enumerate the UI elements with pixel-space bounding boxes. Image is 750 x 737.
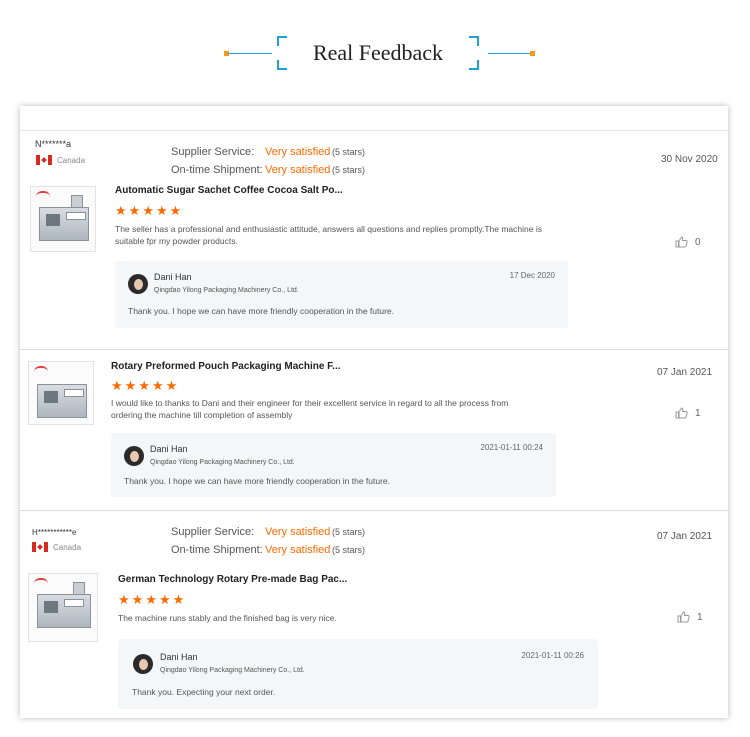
review-date: 07 Jan 2021	[657, 531, 713, 542]
review-comment: I would like to thanks to Dani and their…	[111, 398, 509, 420]
card-top-bar	[20, 106, 728, 131]
like-button[interactable]: 1	[675, 407, 701, 419]
country-name: Canada	[53, 542, 82, 552]
header-title-frame: Real Feedback	[277, 36, 479, 70]
ontime-shipment-label: On-time Shipment:	[171, 544, 263, 556]
header-right-dot	[530, 51, 535, 56]
header-right-line	[488, 53, 532, 54]
like-count: 1	[695, 407, 701, 419]
review-comment: The machine runs stably and the finished…	[118, 613, 337, 623]
review-comment: The seller has a professional and enthus…	[115, 224, 542, 246]
product-title-link[interactable]: Rotary Preformed Pouch Packaging Machine…	[111, 361, 341, 372]
supplier-service-stars: (5 stars)	[332, 147, 366, 157]
reply-date: 17 Dec 2020	[509, 271, 555, 280]
ontime-shipment-value: Very satisfied	[265, 164, 331, 176]
like-count: 0	[695, 236, 701, 248]
avatar	[128, 274, 148, 294]
seller-reply: Dani Han Qingdao Yilong Packaging Machin…	[115, 261, 568, 328]
star-icon: ★	[124, 379, 137, 394]
buyer-name: H***********e	[32, 528, 77, 537]
thumbs-up-icon	[675, 236, 688, 248]
supplier-service-label: Supplier Service:	[171, 146, 255, 158]
star-icon: ★	[151, 379, 164, 394]
section-header: Real Feedback	[0, 0, 750, 100]
supplier-service-stars: (5 stars)	[332, 527, 366, 537]
ontime-shipment-stars: (5 stars)	[332, 545, 366, 555]
avatar	[124, 446, 144, 466]
reply-text: Thank you. I hope we can have more frien…	[128, 306, 395, 316]
supplier-service-value: Very satisfied	[265, 526, 331, 538]
thumbs-up-icon	[677, 611, 690, 623]
buyer-country: Canada	[32, 542, 81, 552]
rating-stars: ★ ★ ★ ★ ★	[111, 380, 177, 393]
product-title-link[interactable]: German Technology Rotary Pre-made Bag Pa…	[118, 574, 347, 585]
avatar	[133, 654, 153, 674]
reply-text: Thank you. Expecting your next order.	[132, 687, 276, 697]
star-icon: ★	[142, 204, 154, 219]
reply-name: Dani Han	[154, 272, 192, 282]
star-icon: ★	[145, 593, 157, 608]
like-count: 1	[697, 611, 703, 623]
reply-name: Dani Han	[150, 444, 188, 454]
rating-stars: ★ ★ ★ ★ ★	[118, 594, 184, 607]
seller-reply: Dani Han Qingdao Yilong Packaging Machin…	[118, 639, 598, 709]
service-ratings: Supplier Service: Very satisfied (5 stars)…	[171, 523, 365, 559]
canada-flag-icon	[36, 155, 52, 165]
review-item: 07 Jan 2021 Rotary Preformed Pouch Packa…	[20, 349, 728, 510]
page-title: Real Feedback	[312, 40, 444, 65]
reply-text: Thank you. I hope we can have more frien…	[124, 476, 391, 486]
buyer-country: Canada	[36, 155, 85, 165]
review-date: 30 Nov 2020	[661, 154, 718, 165]
star-icon: ★	[172, 593, 185, 608]
star-icon: ★	[165, 379, 178, 394]
star-icon: ★	[128, 204, 141, 219]
reply-company: Qingdao Yilong Packaging Machinery Co., …	[160, 667, 305, 674]
product-thumbnail[interactable]	[28, 573, 98, 642]
like-button[interactable]: 0	[675, 236, 701, 248]
star-icon: ★	[158, 593, 171, 608]
ontime-shipment-stars: (5 stars)	[332, 165, 366, 175]
star-icon: ★	[155, 204, 168, 219]
reply-date: 2021-01-11 00:26	[521, 651, 584, 660]
product-thumbnail[interactable]	[28, 361, 94, 425]
review-date: 07 Jan 2021	[657, 367, 713, 378]
buyer-name: N*******a	[35, 139, 72, 149]
reply-company: Qingdao Yilong Packaging Machinery Co., …	[150, 459, 295, 466]
reply-name: Dani Han	[160, 652, 198, 662]
reply-company: Qingdao Yilong Packaging Machinery Co., …	[154, 287, 299, 294]
product-title-link[interactable]: Automatic Sugar Sachet Coffee Cocoa Salt…	[115, 185, 343, 196]
seller-reply: Dani Han Qingdao Yilong Packaging Machin…	[111, 433, 556, 497]
header-left-line	[228, 53, 272, 54]
star-icon: ★	[131, 593, 144, 608]
canada-flag-icon	[32, 542, 48, 552]
supplier-service-value: Very satisfied	[265, 146, 331, 158]
supplier-service-label: Supplier Service:	[171, 526, 255, 538]
ontime-shipment-value: Very satisfied	[265, 544, 331, 556]
product-thumbnail[interactable]	[30, 186, 96, 252]
service-ratings: Supplier Service: Very satisfied (5 stars)…	[171, 143, 365, 179]
country-name: Canada	[57, 155, 86, 165]
like-button[interactable]: 1	[677, 611, 703, 623]
star-icon: ★	[118, 593, 130, 608]
thumbs-up-icon	[675, 407, 688, 419]
reply-date: 2021-01-11 00:24	[480, 443, 543, 452]
review-item: H***********e Canada Supplier Service: Ve…	[20, 510, 728, 718]
star-icon: ★	[169, 204, 182, 219]
ontime-shipment-label: On-time Shipment:	[171, 164, 263, 176]
star-icon: ★	[115, 204, 127, 219]
rating-stars: ★ ★ ★ ★ ★	[115, 205, 181, 218]
feedback-card: N*******a Canada Supplier Service: Very s…	[20, 106, 728, 718]
star-icon: ★	[138, 379, 150, 394]
star-icon: ★	[111, 379, 123, 394]
review-item: N*******a Canada Supplier Service: Very s…	[20, 131, 728, 349]
